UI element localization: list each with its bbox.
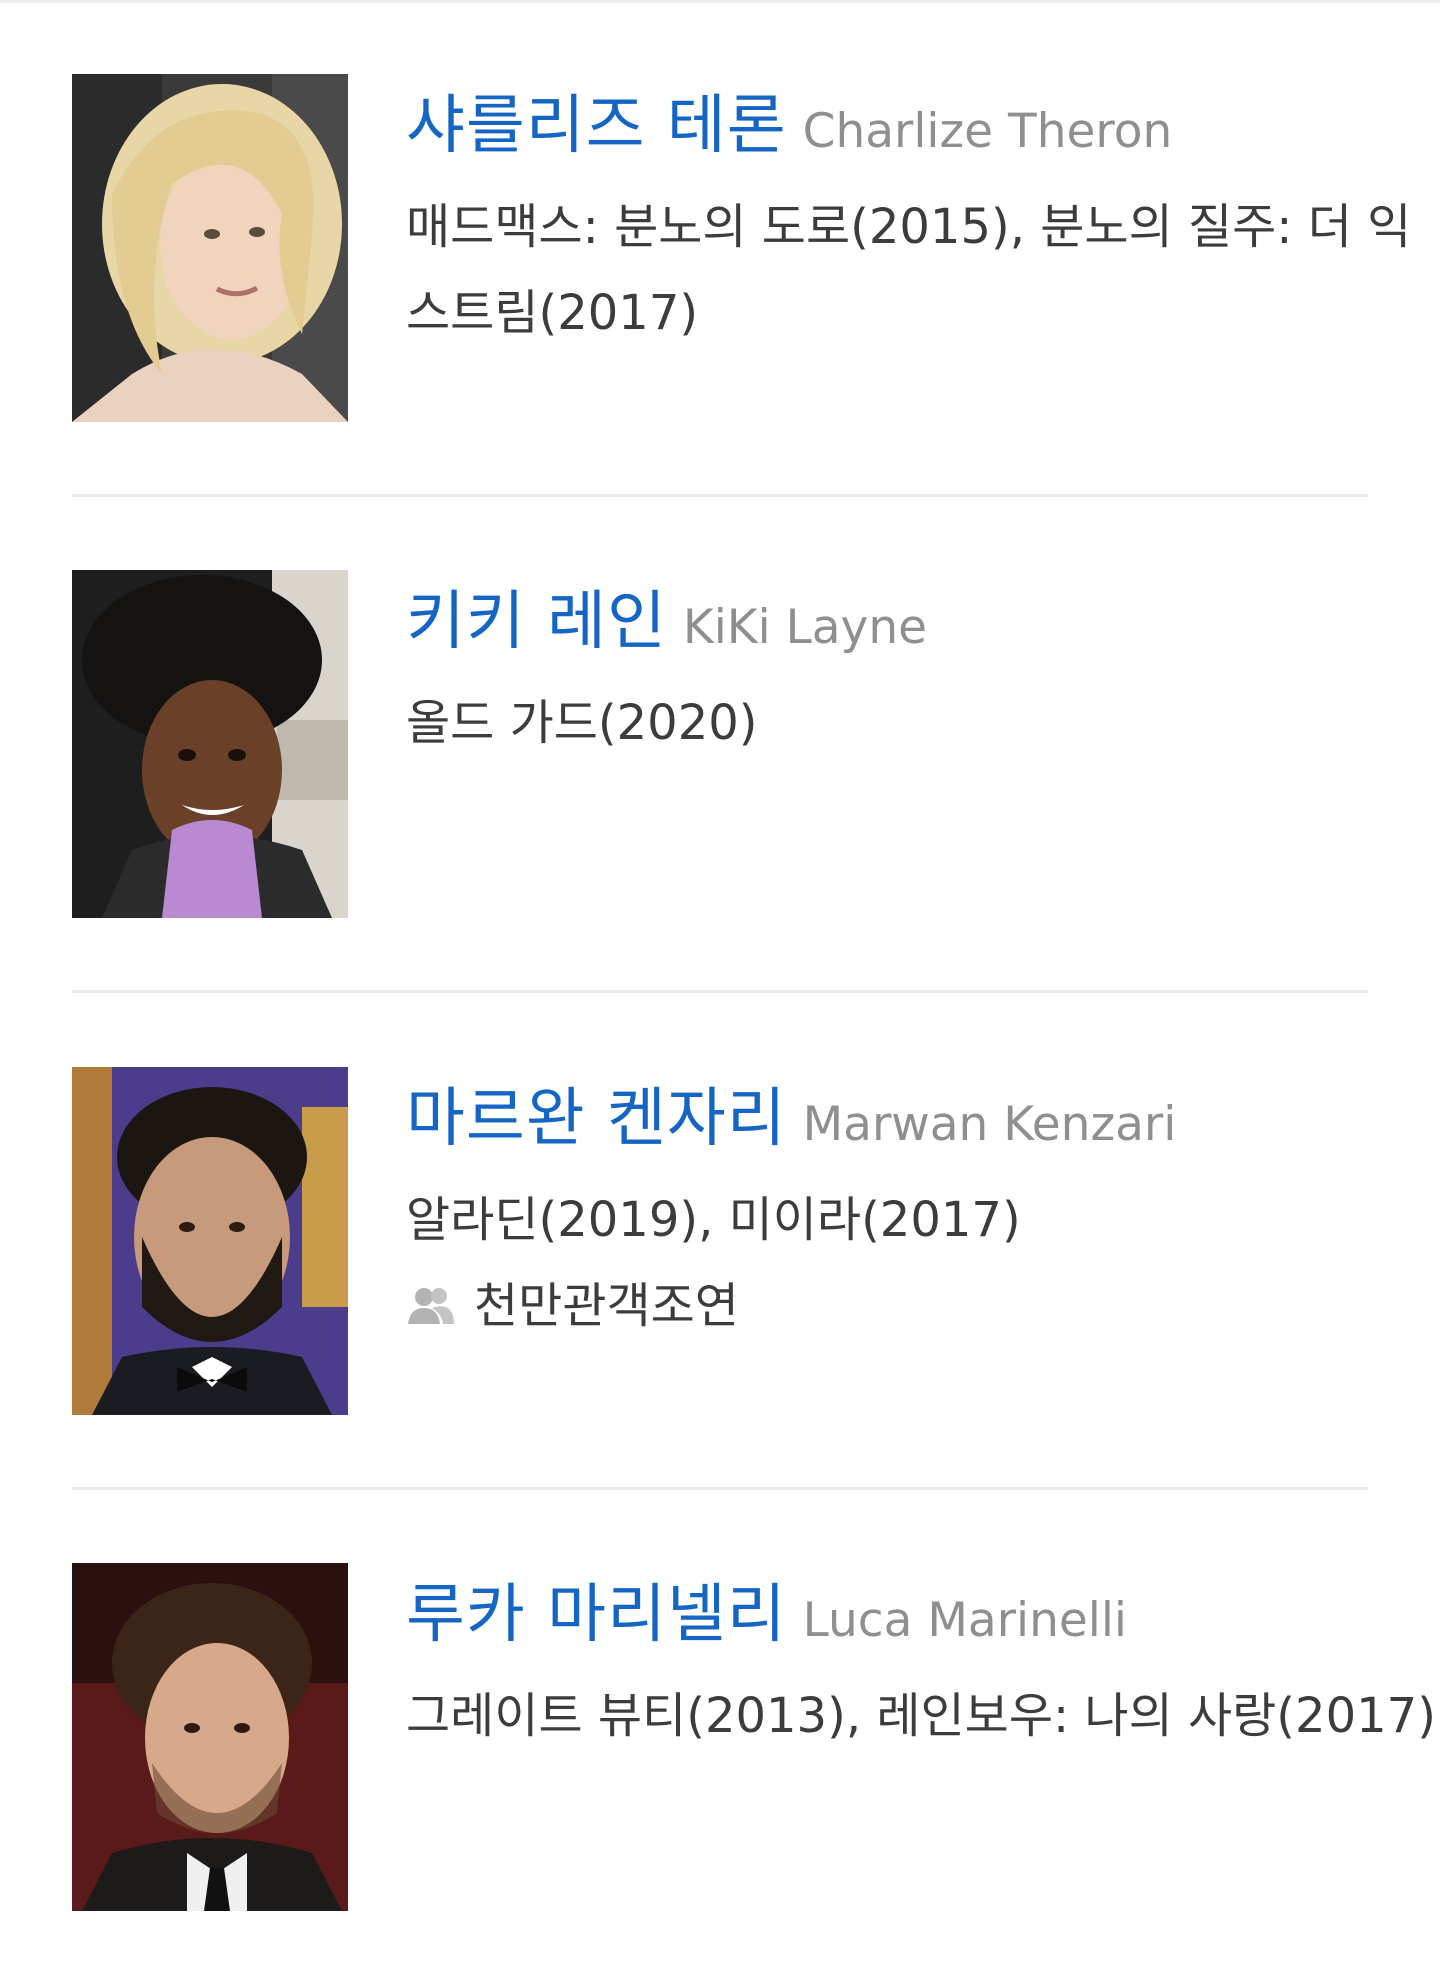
actor-photo[interactable] (72, 570, 348, 918)
cast-info: 샤를리즈 테론 Charlize Theron 매드맥스: 분노의 도로(2015… (406, 74, 1440, 356)
filmography: 올드 가드(2020) (406, 695, 758, 751)
actor-name-english: Marwan Kenzari (802, 1097, 1177, 1152)
filmography: 알라딘(2019), 미이라(2017) (406, 1192, 1021, 1248)
actor-name-korean[interactable]: 루카 마리넬리 (406, 1578, 787, 1652)
actor-photo[interactable] (72, 1067, 348, 1415)
actor-name-korean[interactable]: 마르완 켄자리 (406, 1082, 787, 1156)
list-divider (72, 1487, 1368, 1490)
cast-info: 키키 레인 KiKi Layne 올드 가드(2020) (406, 570, 1440, 766)
actor-name-english: KiKi Layne (682, 600, 928, 655)
cast-info: 마르완 켄자리 Marwan Kenzari 알라딘(2019), 미이라(201… (406, 1067, 1440, 1349)
actor-photo[interactable] (72, 74, 348, 422)
cast-item[interactable]: 마르완 켄자리 Marwan Kenzari 알라딘(2019), 미이라(201… (72, 1067, 1368, 1417)
actor-name-korean[interactable]: 샤를리즈 테론 (406, 89, 787, 163)
name-line: 루카 마리넬리 Luca Marinelli (406, 1563, 1440, 1652)
actor-portrait-image (72, 570, 348, 918)
people-icon (408, 1288, 454, 1324)
name-line: 마르완 켄자리 Marwan Kenzari (406, 1067, 1440, 1156)
name-line: 키키 레인 KiKi Layne (406, 570, 1440, 659)
list-divider (72, 494, 1368, 497)
award-badge: 천만관객조연 (406, 1263, 1440, 1349)
actor-portrait-image (72, 1067, 348, 1415)
cast-item[interactable]: 키키 레인 KiKi Layne 올드 가드(2020) (72, 570, 1368, 920)
name-line: 샤를리즈 테론 Charlize Theron (406, 74, 1440, 163)
actor-portrait-image (72, 1563, 348, 1911)
actor-name-english: Charlize Theron (802, 104, 1173, 159)
actor-name-korean[interactable]: 키키 레인 (406, 585, 667, 659)
award-badge-label: 천만관객조연 (474, 1278, 739, 1334)
actor-photo[interactable] (72, 1563, 348, 1911)
top-divider (0, 0, 1440, 3)
cast-item[interactable]: 루카 마리넬리 Luca Marinelli 그레이트 뷰티(2013), 레인보… (72, 1563, 1436, 1913)
cast-info: 루카 마리넬리 Luca Marinelli 그레이트 뷰티(2013), 레인보… (406, 1563, 1440, 1759)
actor-name-english: Luca Marinelli (802, 1593, 1127, 1648)
filmography: 그레이트 뷰티(2013), 레인보우: 나의 사랑(2017) (406, 1688, 1436, 1744)
filmography: 매드맥스: 분노의 도로(2015), 분노의 질주: 더 익스트림(2017) (406, 199, 1412, 341)
cast-item[interactable]: 샤를리즈 테론 Charlize Theron 매드맥스: 분노의 도로(2015… (72, 74, 1411, 424)
list-divider (72, 990, 1368, 993)
actor-portrait-image (72, 74, 348, 422)
